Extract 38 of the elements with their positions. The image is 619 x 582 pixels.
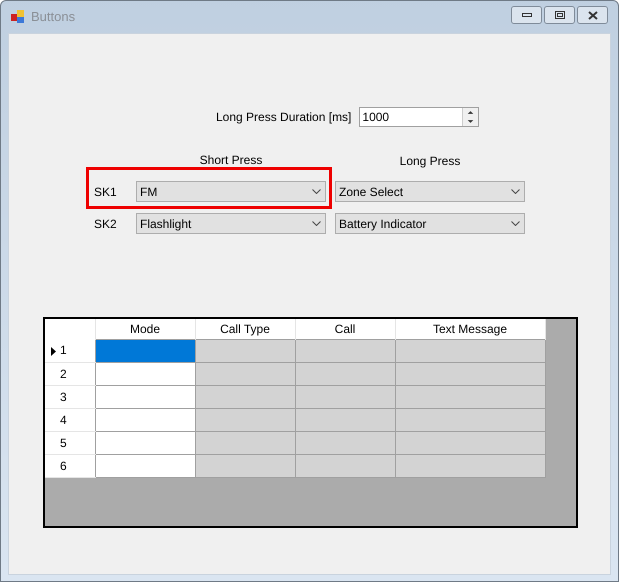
column-heading: Long Press — [398, 153, 462, 170]
dropdown-caret-icon — [312, 189, 321, 194]
table-cell[interactable] — [95, 362, 195, 385]
close-icon — [588, 10, 598, 20]
row-header[interactable]: 3 — [45, 385, 95, 408]
row-header[interactable]: 4 — [45, 408, 95, 431]
table-cell[interactable] — [95, 431, 195, 454]
table-cell[interactable] — [95, 408, 195, 431]
maximize-button[interactable] — [544, 6, 575, 24]
current-row-icon — [51, 346, 56, 356]
key-label: SK1 — [93, 184, 118, 200]
row-header[interactable]: 2 — [45, 362, 95, 385]
key-label: SK2 — [93, 216, 118, 232]
dropdown[interactable]: Battery Indicator — [335, 213, 525, 234]
column-header[interactable]: Mode — [95, 319, 195, 339]
minimize-icon — [522, 13, 532, 17]
duration-spinner[interactable]: 1000 — [359, 107, 480, 127]
close-button[interactable] — [577, 6, 608, 24]
row-header[interactable]: 6 — [45, 454, 95, 477]
dropdown-caret-icon — [511, 189, 520, 194]
dropdown[interactable]: Flashlight — [136, 213, 326, 234]
table-cell[interactable] — [95, 339, 195, 362]
window-title: Buttons — [31, 8, 76, 26]
minimize-button[interactable] — [511, 6, 542, 24]
dropdown[interactable]: Zone Select — [335, 181, 525, 202]
table-cell[interactable] — [95, 454, 195, 477]
field-value: 1000 — [361, 109, 390, 126]
row-header[interactable]: 1 — [45, 339, 95, 362]
maximize-icon — [554, 11, 564, 19]
app-icon — [11, 10, 25, 24]
duration-label: Long Press Duration [ms] — [216, 109, 352, 126]
dropdown-caret-icon — [511, 221, 520, 226]
column-heading: Short Press — [198, 152, 264, 169]
row-header[interactable]: 5 — [45, 431, 95, 454]
table-cell[interactable] — [95, 385, 195, 408]
grid-corner — [45, 319, 95, 339]
dropdown[interactable]: FM — [136, 181, 326, 202]
dropdown-caret-icon — [312, 221, 321, 226]
